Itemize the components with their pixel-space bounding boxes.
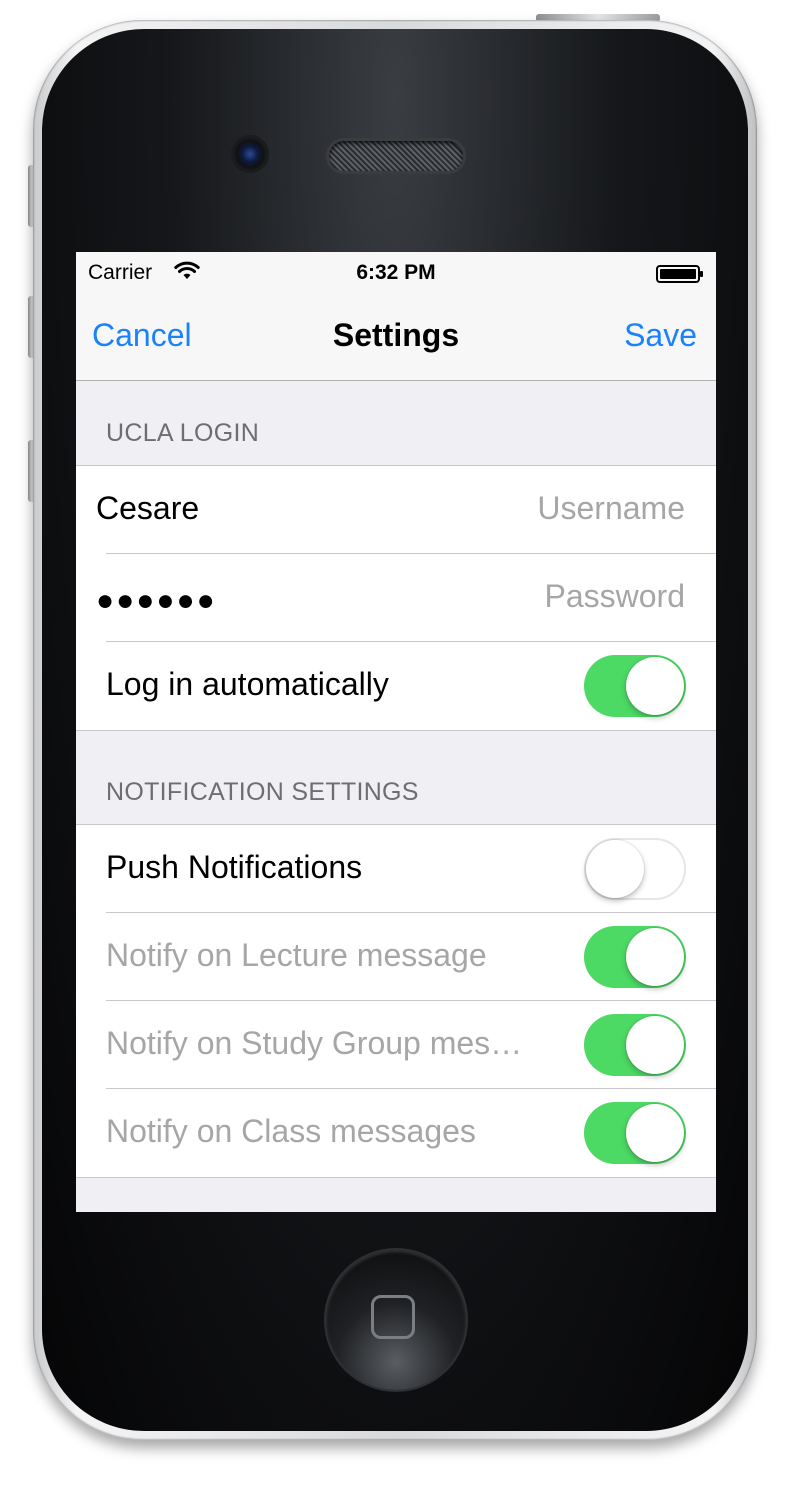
- class-notify-label: Notify on Class messages: [106, 1113, 476, 1149]
- study-group-notify-label: Notify on Study Group mes…: [106, 1025, 523, 1061]
- front-camera: [234, 138, 266, 170]
- lecture-notify-label: Notify on Lecture message: [106, 937, 487, 973]
- password-field[interactable]: ●●●●●●: [96, 584, 217, 618]
- toggle-knob: [586, 840, 644, 898]
- lecture-notify-cell: Notify on Lecture message: [76, 913, 716, 1001]
- push-notifications-cell: Push Notifications: [76, 825, 716, 913]
- username-field[interactable]: Cesare: [96, 490, 199, 527]
- battery-full-icon: [656, 265, 703, 283]
- study-group-notify-toggle[interactable]: [584, 1014, 686, 1076]
- toggle-knob: [626, 1016, 684, 1074]
- save-button[interactable]: Save: [624, 317, 697, 354]
- toggle-knob: [626, 928, 684, 986]
- username-placeholder: Username: [537, 490, 685, 526]
- section-header-notifications: NOTIFICATION SETTINGS: [106, 778, 419, 806]
- home-button[interactable]: [326, 1250, 466, 1390]
- auto-login-cell: Log in automatically: [76, 642, 716, 730]
- password-placeholder: Password: [544, 578, 686, 614]
- auto-login-label: Log in automatically: [106, 666, 389, 702]
- auto-login-toggle[interactable]: [584, 655, 686, 717]
- login-group: Cesare Username ●●●●●● Password Log in a…: [76, 465, 716, 731]
- home-square-icon: [371, 1295, 415, 1339]
- password-cell[interactable]: ●●●●●● Password: [76, 554, 716, 642]
- section-header-login: UCLA LOGIN: [106, 419, 260, 447]
- class-notify-toggle[interactable]: [584, 1102, 686, 1164]
- earpiece-speaker: [329, 141, 463, 171]
- study-group-notify-cell: Notify on Study Group mes…: [76, 1001, 716, 1089]
- username-cell[interactable]: Cesare Username: [76, 466, 716, 554]
- push-notifications-label: Push Notifications: [106, 849, 363, 885]
- push-notifications-toggle[interactable]: [584, 838, 686, 900]
- toggle-knob: [626, 1104, 684, 1162]
- class-notify-cell: Notify on Class messages: [76, 1089, 716, 1177]
- navigation-bar: Cancel Settings Save: [76, 292, 716, 381]
- notification-group: Push Notifications Notify on Lecture mes…: [76, 824, 716, 1178]
- toggle-knob: [626, 657, 684, 715]
- screen: Carrier 6:32 PM Cancel Settings Save UCL…: [76, 252, 716, 1212]
- status-time: 6:32 PM: [356, 261, 436, 284]
- cancel-button[interactable]: Cancel: [92, 317, 192, 354]
- status-bar: Carrier 6:32 PM: [76, 252, 716, 292]
- lecture-notify-toggle[interactable]: [584, 926, 686, 988]
